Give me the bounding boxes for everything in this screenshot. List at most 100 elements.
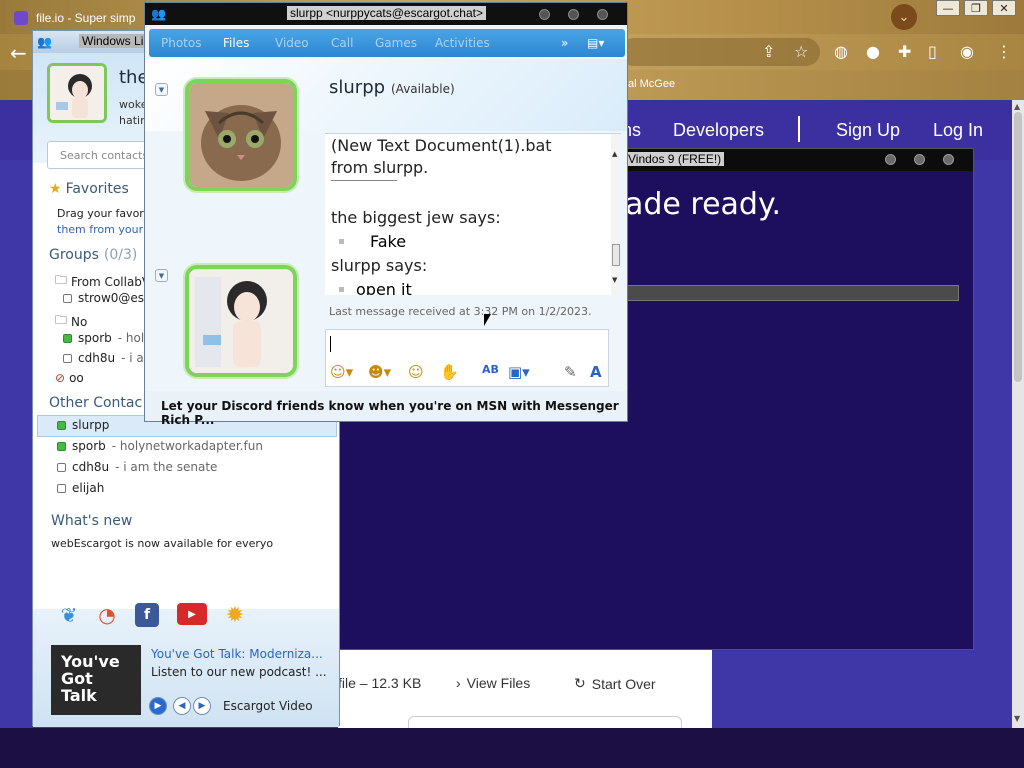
sun-icon[interactable]: ✹: [223, 603, 247, 628]
tab-photos[interactable]: Photos: [161, 36, 201, 50]
youtube-icon[interactable]: ▶: [177, 603, 207, 625]
conversation-footer: Let your Discord friends know when you'r…: [145, 391, 627, 427]
group-folder-icon: 🗀: [55, 313, 68, 327]
scrollbar-thumb[interactable]: [1014, 112, 1022, 382]
conversation-toolbar: Photos Files Video Call Games Activities…: [149, 29, 625, 57]
bookmark-star-icon[interactable]: ☆: [794, 42, 808, 61]
profile-icon[interactable]: ◉: [960, 42, 974, 61]
collapse-my-pic-icon[interactable]: ▼: [155, 269, 168, 282]
message-history[interactable]: (New Text Document(1).bat from slurpp. t…: [325, 133, 621, 295]
side-panel-icon[interactable]: ▯: [928, 42, 937, 61]
more-menu-icon[interactable]: ⋮: [996, 42, 1012, 61]
contact-display-picture[interactable]: [185, 79, 297, 191]
close-icon[interactable]: [597, 9, 608, 20]
background-icon[interactable]: ▣▾: [508, 363, 530, 381]
contact-psm: - i am the senate: [115, 460, 218, 474]
message-compose-input[interactable]: ☺▾ ☻▾ ☺ ✋ AB ▣▾ ✎ A: [325, 329, 609, 387]
scroll-down-icon[interactable]: ▼: [612, 276, 617, 284]
rich-presence-ad[interactable]: Let your Discord friends know when you'r…: [161, 399, 627, 427]
next-icon[interactable]: ▶: [193, 697, 211, 715]
tab-files[interactable]: Files: [223, 36, 249, 50]
news-thumbnail[interactable]: You've Got Talk: [51, 645, 141, 715]
minimize-icon[interactable]: [885, 154, 896, 165]
back-arrow-icon[interactable]: ←: [10, 41, 27, 65]
maximize-icon[interactable]: ❐: [964, 0, 988, 16]
tab-call[interactable]: Call: [331, 36, 353, 50]
page-scrollbar[interactable]: ▲ ▼: [1012, 100, 1024, 728]
butterfly-icon[interactable]: ❦: [57, 603, 81, 627]
scroll-up-icon[interactable]: ▲: [612, 150, 617, 158]
other-contacts-header[interactable]: Other Contac: [49, 395, 142, 411]
voice-clip-icon[interactable]: ✋: [440, 363, 459, 381]
file-transfer-line: (New Text Document(1).bat: [331, 136, 552, 155]
maximize-icon[interactable]: [568, 9, 579, 20]
group-collabvm[interactable]: 🗀 From CollabV: [55, 271, 150, 292]
minimize-icon[interactable]: —: [936, 0, 960, 16]
history-scrollbar[interactable]: ▲ ▼: [611, 134, 621, 295]
start-over-button[interactable]: ↻ Start Over: [574, 675, 656, 692]
extensions-puzzle-icon[interactable]: ✚: [898, 42, 911, 61]
file-info-text: file – 12.3 KB: [338, 675, 422, 691]
view-files-button[interactable]: › View Files: [456, 675, 530, 691]
play-icon[interactable]: ▶: [149, 697, 167, 715]
maximize-icon[interactable]: [914, 154, 925, 165]
contact-sporb[interactable]: sporb - holynetworkadapter.fun: [57, 439, 263, 453]
contact-slurpp[interactable]: slurpp: [57, 418, 109, 432]
collapse-contact-pic-icon[interactable]: ▼: [155, 83, 168, 96]
browser-tab[interactable]: file.io - Super simp: [14, 6, 135, 30]
tab-video[interactable]: Video: [275, 36, 309, 50]
extension-avatar-icon[interactable]: ●: [866, 42, 880, 61]
favorites-header[interactable]: ★ Favorites: [49, 181, 129, 197]
news-title[interactable]: You've Got Talk: Moderniza...: [151, 647, 323, 661]
bookmark-item[interactable]: al McGee: [628, 78, 675, 90]
minimize-icon[interactable]: [539, 9, 550, 20]
conversation-titlebar[interactable]: 👥 slurpp <nurppycats@escargot.chat>: [145, 3, 627, 25]
scroll-up-icon[interactable]: ▲: [1014, 102, 1020, 111]
offline-status-icon: [57, 483, 66, 493]
address-bar[interactable]: [620, 38, 820, 66]
group-no[interactable]: 🗀 No: [55, 311, 87, 332]
tab-games[interactable]: Games: [375, 36, 417, 50]
scroll-down-icon[interactable]: ▼: [1014, 714, 1020, 723]
contact-psm: - holynetworkadapter.fun: [111, 439, 263, 453]
contact-strow0[interactable]: strow0@esc: [63, 291, 151, 305]
close-icon[interactable]: ✕: [992, 0, 1016, 16]
menu-icon[interactable]: ▤▾: [587, 36, 604, 50]
extension-flag-icon[interactable]: ◍: [834, 42, 848, 61]
contact-status: (Available): [391, 82, 455, 96]
file-io-favicon-icon: [14, 11, 28, 25]
contact-elijah[interactable]: elijah: [57, 481, 104, 495]
font-icon[interactable]: A: [590, 363, 602, 381]
emoticon-icon[interactable]: ☺▾: [330, 363, 353, 381]
nav-link-sign-up[interactable]: Sign Up: [836, 120, 900, 141]
contact-cdh8u-group[interactable]: cdh8u - i am: [63, 351, 155, 365]
my-avatar[interactable]: [47, 63, 107, 123]
group-oo[interactable]: ⊘ oo: [55, 371, 84, 385]
online-status-icon: [63, 333, 72, 343]
tab-activities[interactable]: Activities: [435, 36, 490, 50]
share-icon[interactable]: ⇪: [762, 42, 775, 61]
previous-icon[interactable]: ◀: [173, 697, 191, 715]
bullet-icon: [339, 239, 344, 244]
group-name: From CollabV: [71, 274, 151, 289]
wink-icon[interactable]: ☻▾: [368, 363, 391, 381]
nav-link-log-in[interactable]: Log In: [933, 120, 983, 141]
history-scroll-thumb[interactable]: [612, 244, 620, 266]
nav-link-developers[interactable]: Developers: [673, 120, 764, 141]
close-icon[interactable]: [943, 154, 954, 165]
chevron-down-icon[interactable]: ⌄: [891, 4, 917, 30]
nudge-icon[interactable]: ☺: [408, 363, 424, 381]
groups-header[interactable]: Groups (0/3): [49, 247, 137, 263]
browser-icon[interactable]: ◔: [95, 603, 119, 627]
my-display-picture[interactable]: [185, 265, 297, 377]
facebook-icon[interactable]: f: [135, 603, 159, 627]
font-settings-icon[interactable]: AB: [482, 363, 499, 376]
last-message-info: Last message received at 3:32 PM on 1/2/…: [329, 305, 592, 318]
message-sender: slurpp says:: [331, 256, 428, 275]
more-chevron-icon[interactable]: »: [561, 36, 568, 50]
handwriting-icon[interactable]: ✎: [564, 363, 577, 381]
contact-cdh8u[interactable]: cdh8u - i am the senate: [57, 460, 217, 474]
group-folder-icon: 🗀: [55, 273, 68, 287]
whats-new-text[interactable]: webEscargot is now available for everyo: [51, 537, 273, 550]
contact-name: cdh8u: [78, 351, 116, 365]
